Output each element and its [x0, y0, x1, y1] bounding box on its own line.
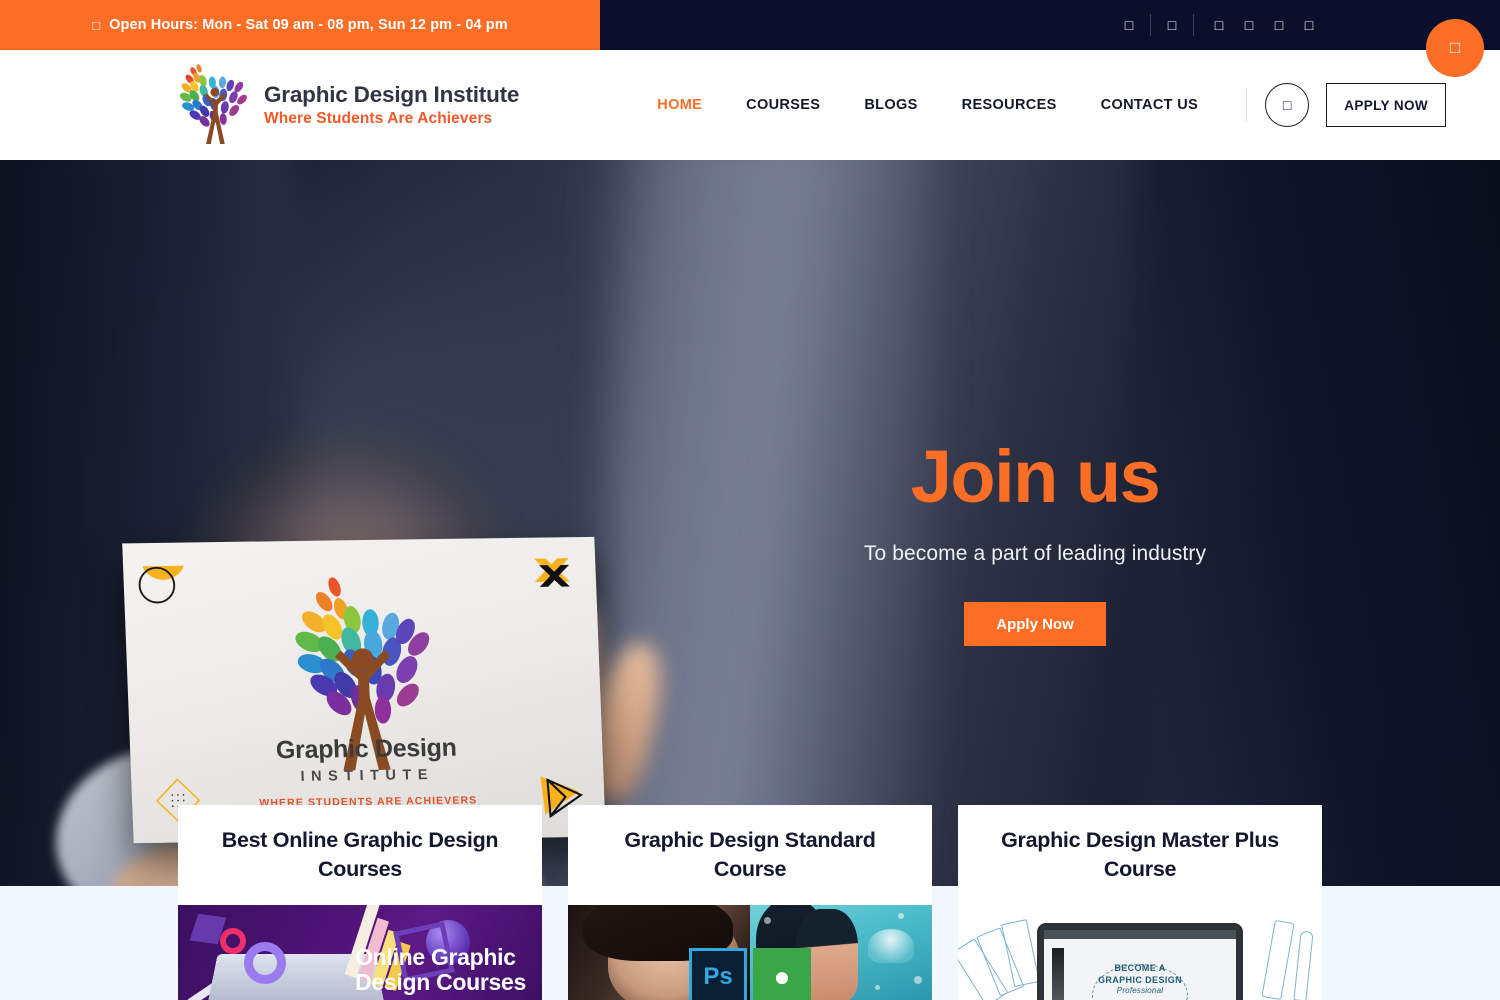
jellyfish-icon	[868, 929, 914, 963]
color-swatch-fan-icon	[958, 917, 1050, 1000]
open-hours-text: Open Hours: Mon - Sat 09 am - 08 pm, Sun…	[109, 17, 508, 33]
banner-text: Online Graphic Design Courses	[355, 943, 526, 997]
app-icons-group: Ps ●	[689, 948, 811, 1000]
main-navigation: HOME COURSES BLOGS RESOURCES CONTACT US …	[635, 83, 1447, 127]
nav-item-blogs[interactable]: BLOGS	[842, 97, 939, 113]
phone-icon[interactable]: □	[1116, 12, 1142, 38]
envelope-icon[interactable]: □	[1159, 12, 1185, 38]
business-card-title: Graphic Design	[275, 733, 458, 765]
topbar-contact-group: □ □	[1116, 12, 1202, 38]
hero-subheading: To become a part of leading industry	[863, 542, 1207, 565]
course-card-title: Graphic Design Standard Course	[624, 827, 876, 881]
hero-copy: Join us To become a part of leading indu…	[780, 440, 1290, 646]
topbar-right-group: □ □ □ □ □ □	[600, 0, 1500, 50]
course-card-title: Best Online Graphic Design Courses	[221, 827, 499, 881]
online-graphic-design-courses-banner: Online Graphic Design Courses	[178, 905, 542, 1000]
divider	[1246, 88, 1248, 122]
banner-text-line2: Design Courses	[355, 969, 526, 996]
gear-icon	[220, 928, 246, 954]
banner-text-line3: Professional	[1116, 986, 1164, 996]
topbar-social-group: □ □ □ □	[1206, 12, 1322, 38]
brand-title: Graphic Design Institute	[264, 82, 520, 108]
become-a-graphic-design-professional-banner: BECOME A GRAPHIC DESIGN Professional	[958, 905, 1322, 1000]
nav-item-home[interactable]: HOME	[635, 97, 724, 113]
brand-logo-link[interactable]: Graphic Design Institute Where Students …	[178, 62, 519, 148]
banner-text: BECOME A GRAPHIC DESIGN Professional	[1044, 962, 1236, 997]
gear-icon	[244, 942, 286, 984]
card-header: Graphic Design Standard Course	[568, 805, 932, 905]
course-card[interactable]: Graphic Design Master Plus Course BECOME…	[958, 805, 1322, 1000]
course-card[interactable]: Graphic Design Standard Course Ps ●	[568, 805, 932, 1000]
paintbrush-icon	[1293, 930, 1314, 1000]
linkedin-icon[interactable]: □	[1296, 12, 1322, 38]
photoshop-coreldraw-banner: Ps ●	[568, 905, 932, 1000]
course-card-title: Graphic Design Master Plus Course	[1001, 827, 1279, 881]
hero-section: Graphic Design INSTITUTE WHERE STUDENTS …	[0, 160, 1500, 886]
card-header: Best Online Graphic Design Courses	[178, 805, 542, 905]
nav-item-courses[interactable]: COURSES	[724, 97, 842, 113]
business-card-image: Graphic Design INSTITUTE WHERE STUDENTS …	[122, 536, 606, 844]
half-circle-decor-icon	[138, 565, 184, 604]
site-header: Graphic Design Institute Where Students …	[0, 50, 1500, 160]
instagram-icon[interactable]: □	[1266, 12, 1292, 38]
divider	[1150, 14, 1151, 36]
open-hours-banner: □ Open Hours: Mon - Sat 09 am - 08 pm, S…	[0, 0, 600, 50]
chat-icon[interactable]: □	[1426, 19, 1484, 77]
banner-text-line1: BECOME A	[1114, 963, 1166, 973]
photoshop-icon: Ps	[689, 948, 747, 1000]
twitter-icon[interactable]: □	[1236, 12, 1262, 38]
facebook-icon[interactable]: □	[1206, 12, 1232, 38]
top-bar: □ Open Hours: Mon - Sat 09 am - 08 pm, S…	[0, 0, 1500, 50]
clock-icon: □	[92, 17, 101, 33]
nav-item-contact-us[interactable]: CONTACT US	[1079, 97, 1220, 113]
drawing-tablet-icon: BECOME A GRAPHIC DESIGN Professional	[1037, 923, 1243, 1000]
brand-text: Graphic Design Institute Where Students …	[264, 82, 519, 128]
hero-heading: Join us	[910, 435, 1161, 518]
nav-item-resources[interactable]: RESOURCES	[940, 97, 1079, 113]
card-header: Graphic Design Master Plus Course	[958, 805, 1322, 905]
brand-subtitle: Where Students Are Achievers	[264, 109, 493, 127]
course-card[interactable]: Best Online Graphic Design Courses Onlin…	[178, 805, 542, 1000]
apply-now-button[interactable]: APPLY NOW	[1326, 83, 1447, 127]
tree-logo-icon	[179, 64, 247, 144]
cross-decor-icon	[533, 558, 570, 587]
course-cards-row: Best Online Graphic Design Courses Onlin…	[178, 805, 1322, 1000]
divider	[1193, 14, 1194, 36]
hero-apply-now-button[interactable]: Apply Now	[964, 602, 1106, 646]
banner-text-line2: GRAPHIC DESIGN	[1097, 975, 1183, 986]
coreldraw-icon: ●	[753, 948, 811, 1000]
banner-text-line1: Online Graphic	[355, 943, 516, 970]
ruler-icon	[1261, 919, 1295, 1000]
search-icon[interactable]: □	[1265, 83, 1310, 127]
